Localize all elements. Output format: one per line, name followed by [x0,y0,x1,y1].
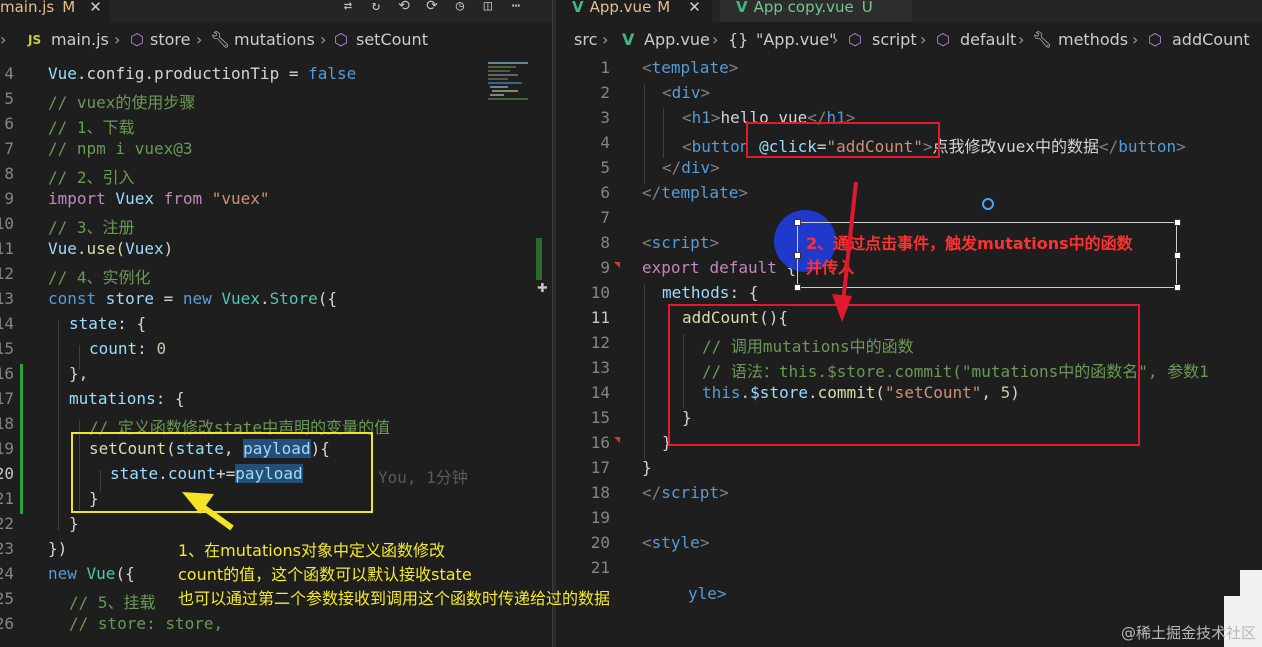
annotation-yellow-line3: 也可以通过第二个参数接收到调用这个函数时传递给过的数据 [178,589,611,608]
watermark: @稀土掘金技术社区 [1120,624,1256,642]
red-arrow [832,181,858,322]
yellow-arrow [182,492,234,531]
annotation-yellow-line1: 1、在mutations对象中定义函数修改 [178,541,445,560]
annotation-yellow-line2: count的值，这个函数可以默认接收state [178,565,472,584]
